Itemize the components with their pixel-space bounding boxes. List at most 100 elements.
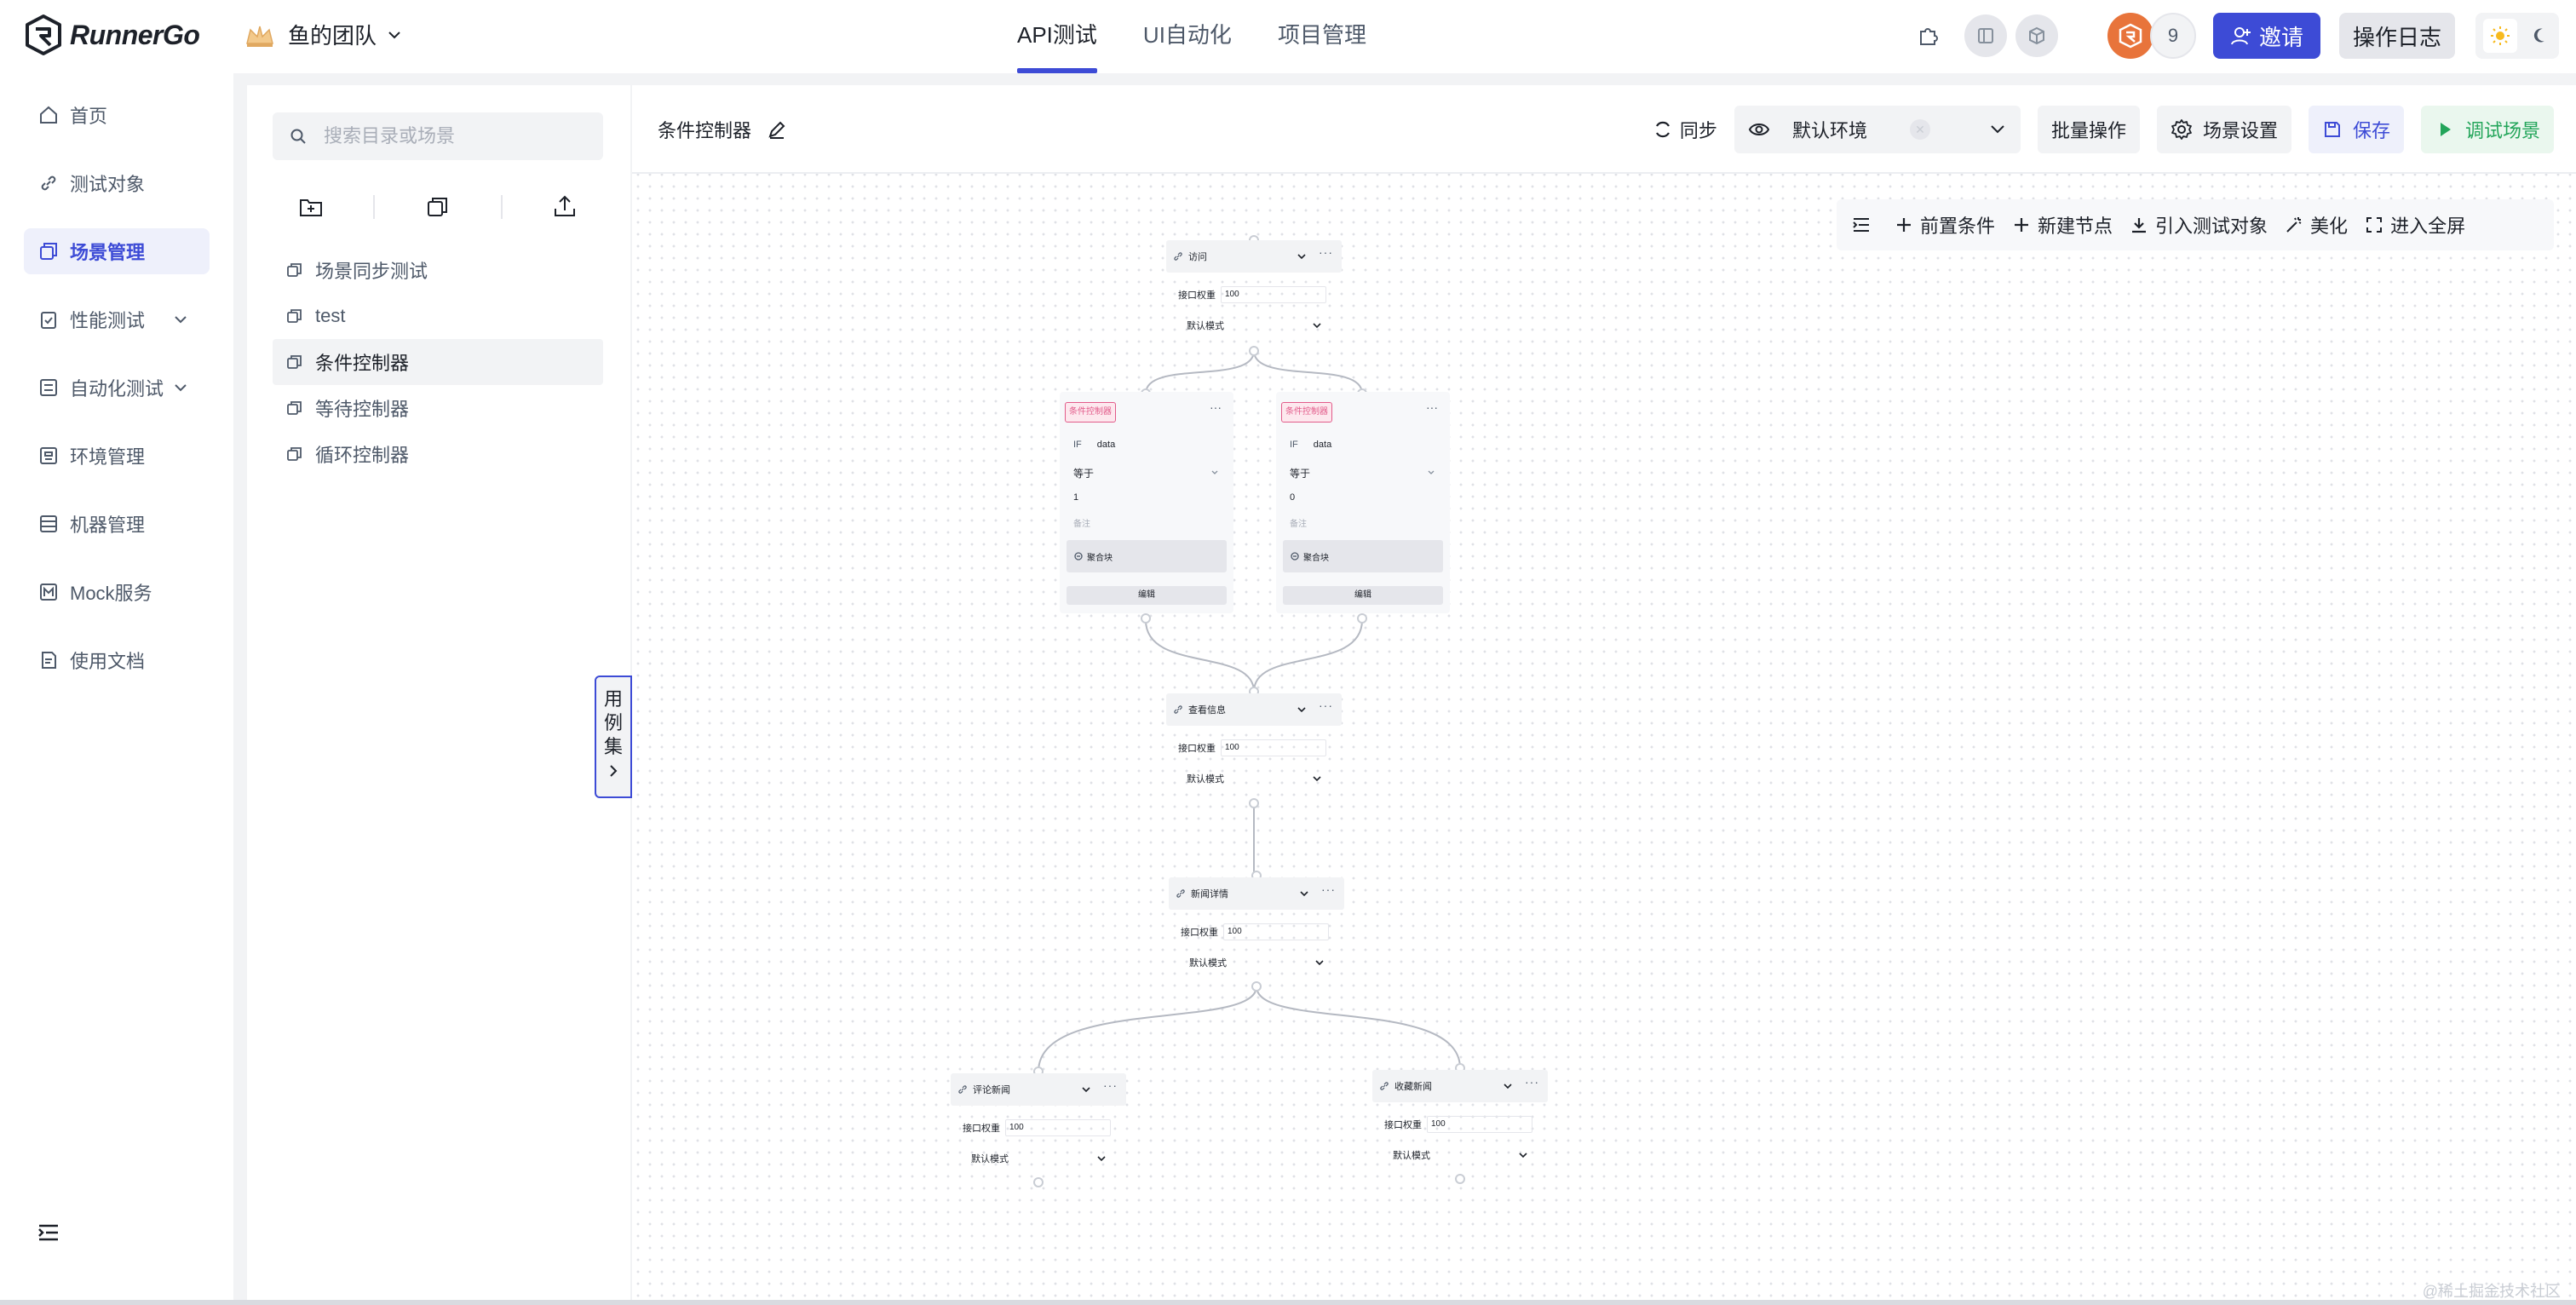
- condition-operator-select[interactable]: 等于: [1068, 462, 1225, 484]
- more-icon[interactable]: ···: [1319, 698, 1333, 712]
- aggregate-block[interactable]: 聚合块: [1283, 540, 1443, 572]
- plugin-button[interactable]: [1912, 19, 1946, 53]
- api-node-header[interactable]: 查看信息 ···: [1166, 693, 1342, 726]
- more-icon[interactable]: ···: [1210, 400, 1222, 414]
- sidebar-item-test-object[interactable]: 测试对象: [24, 160, 210, 206]
- condition-value[interactable]: 0: [1290, 492, 1295, 503]
- user-avatar-icon: [2119, 23, 2142, 49]
- mock-icon: [40, 584, 57, 601]
- aggregate-block[interactable]: 聚合块: [1067, 540, 1227, 572]
- sidebar-item-environment[interactable]: 环境管理: [24, 433, 210, 479]
- tab-ui-automation[interactable]: UI自动化: [1143, 0, 1232, 73]
- condition-variable[interactable]: data: [1097, 440, 1115, 450]
- condition-tag: 条件控制器: [1281, 402, 1332, 423]
- api-weight-input[interactable]: 100: [1223, 923, 1329, 940]
- api-mode-select[interactable]: 默认模式: [1393, 1148, 1529, 1162]
- case-collection-tab[interactable]: 用 例 集: [595, 675, 632, 798]
- directory-list: 场景同步测试 test 条件控制器 等待控制器 循环控制器: [273, 247, 603, 477]
- more-icon[interactable]: ···: [1319, 245, 1333, 259]
- node-port[interactable]: [1357, 613, 1367, 624]
- node-port[interactable]: [1033, 1177, 1044, 1187]
- list-item-label: 循环控制器: [315, 445, 410, 466]
- api-mode-select[interactable]: 默认模式: [971, 1152, 1107, 1165]
- tab-api-test[interactable]: API测试: [1017, 0, 1097, 73]
- node-port[interactable]: [1455, 1174, 1465, 1184]
- case-tab-char: 用: [603, 688, 623, 710]
- api-weight-input[interactable]: 100: [1005, 1119, 1111, 1136]
- api-mode-select[interactable]: 默认模式: [1189, 956, 1325, 969]
- api-node[interactable]: 新闻详情 ··· 接口权重 100 默认模式: [1169, 877, 1344, 980]
- doc-shortcut-button[interactable]: [1964, 14, 2007, 57]
- condition-node[interactable]: 条件控制器 ··· IF data 等于 0 备注 聚合块 编辑: [1276, 392, 1450, 613]
- import-icon[interactable]: [551, 193, 578, 221]
- api-node[interactable]: 评论新闻 ··· 接口权重 100 默认模式: [951, 1073, 1126, 1176]
- sidebar-item-scene-management[interactable]: 场景管理: [24, 228, 210, 274]
- condition-value[interactable]: 1: [1073, 492, 1078, 503]
- list-item[interactable]: test: [273, 293, 603, 339]
- operation-log-button[interactable]: 操作日志: [2338, 13, 2455, 59]
- list-item[interactable]: 等待控制器: [273, 385, 603, 431]
- sidebar-item-mock[interactable]: Mock服务: [24, 569, 210, 615]
- edit-button[interactable]: 编辑: [1283, 586, 1443, 605]
- team-switcher[interactable]: 鱼的团队: [244, 19, 402, 50]
- edit-button[interactable]: 编辑: [1067, 586, 1227, 605]
- chevron-down-icon[interactable]: [1296, 704, 1308, 716]
- list-item[interactable]: 场景同步测试: [273, 247, 603, 293]
- sidebar-item-machine[interactable]: 机器管理: [24, 501, 210, 547]
- invite-button[interactable]: 邀请: [2212, 13, 2320, 59]
- more-icon[interactable]: ···: [1321, 882, 1336, 896]
- moon-icon[interactable]: [2532, 26, 2552, 46]
- api-weight-input[interactable]: 100: [1221, 286, 1326, 303]
- api-weight-input[interactable]: 100: [1427, 1116, 1532, 1133]
- menu-collapse-icon[interactable]: [36, 1220, 61, 1245]
- api-node-header[interactable]: 访问 ···: [1166, 240, 1342, 273]
- api-node-header[interactable]: 评论新闻 ···: [951, 1073, 1126, 1106]
- sidebar-item-performance-test[interactable]: 性能测试: [24, 296, 210, 342]
- chevron-down-icon[interactable]: [1298, 888, 1310, 900]
- list-item[interactable]: 条件控制器: [273, 339, 603, 385]
- list-item[interactable]: 循环控制器: [273, 431, 603, 477]
- node-port[interactable]: [1249, 798, 1259, 808]
- sidebar-item-automation-test[interactable]: 自动化测试: [24, 365, 210, 411]
- node-port[interactable]: [1249, 346, 1259, 356]
- more-icon[interactable]: ···: [1103, 1078, 1118, 1092]
- avatar[interactable]: [2107, 13, 2153, 59]
- api-node-header[interactable]: 新闻详情 ···: [1169, 877, 1344, 910]
- invite-label: 邀请: [2258, 24, 2303, 50]
- chevron-down-icon[interactable]: [1080, 1084, 1092, 1095]
- api-mode-select[interactable]: 默认模式: [1187, 772, 1323, 785]
- chevron-down-icon[interactable]: [1502, 1080, 1514, 1092]
- link-icon: [958, 1085, 967, 1094]
- search-input[interactable]: [324, 125, 596, 147]
- api-weight-input[interactable]: 100: [1221, 739, 1326, 756]
- package-shortcut-button[interactable]: [2015, 14, 2058, 57]
- theme-toggle[interactable]: [2475, 13, 2559, 59]
- condition-node[interactable]: 条件控制器 ··· IF data 等于 1 备注 聚合块 编辑: [1060, 392, 1233, 613]
- api-node[interactable]: 访问 ··· 接口权重 100 默认模式: [1166, 240, 1342, 342]
- more-icon[interactable]: ···: [1426, 400, 1438, 414]
- new-folder-icon[interactable]: [297, 193, 325, 221]
- more-icon[interactable]: ···: [1525, 1075, 1539, 1089]
- node-port[interactable]: [1141, 613, 1151, 624]
- condition-variable[interactable]: data: [1314, 440, 1331, 450]
- sidebar-item-label: 性能测试: [70, 310, 146, 331]
- sidebar-item-home[interactable]: 首页: [24, 92, 210, 138]
- condition-note[interactable]: 备注: [1073, 516, 1090, 529]
- api-mode-select[interactable]: 默认模式: [1187, 319, 1323, 332]
- chevron-down-icon: [1313, 323, 1321, 329]
- condition-operator-select[interactable]: 等于: [1285, 462, 1441, 484]
- sidebar-item-docs[interactable]: 使用文档: [24, 637, 210, 683]
- member-count-badge[interactable]: 9: [2149, 13, 2196, 59]
- api-node-header[interactable]: 收藏新闻 ···: [1372, 1070, 1548, 1102]
- node-port[interactable]: [1251, 981, 1262, 992]
- api-node[interactable]: 查看信息 ··· 接口权重 100 默认模式: [1166, 693, 1342, 796]
- light-theme-option[interactable]: [2482, 19, 2517, 53]
- api-node[interactable]: 收藏新闻 ··· 接口权重 100 默认模式: [1372, 1070, 1548, 1172]
- app-logo[interactable]: RunnerGo: [24, 14, 200, 56]
- search-box[interactable]: [273, 112, 603, 160]
- divider: [500, 195, 503, 219]
- chevron-down-icon[interactable]: [1296, 250, 1308, 262]
- condition-note[interactable]: 备注: [1290, 516, 1307, 529]
- new-scene-icon[interactable]: [424, 193, 451, 221]
- tab-project-management[interactable]: 项目管理: [1278, 0, 1366, 73]
